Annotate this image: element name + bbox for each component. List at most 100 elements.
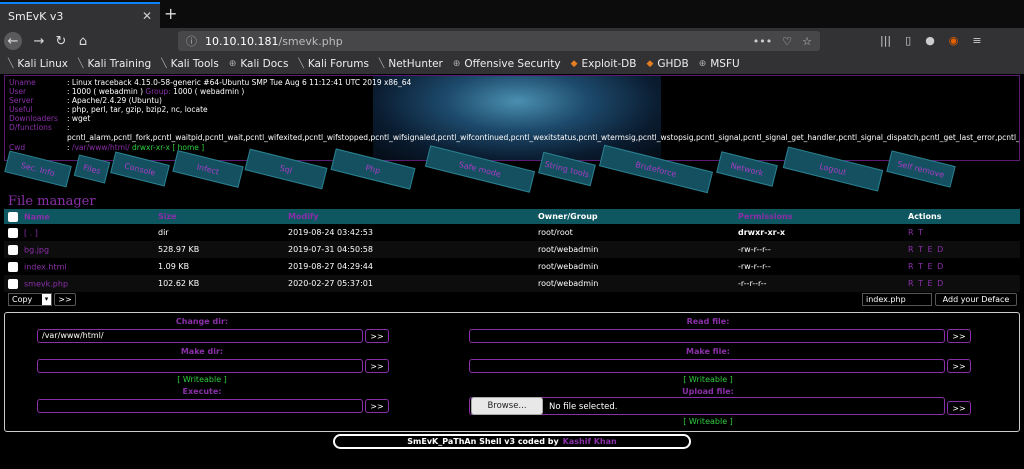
back-button[interactable]: ← [4,32,22,50]
menu-self-remove[interactable]: Self remove [886,150,956,188]
exploit-db-icon: ◆ [646,59,654,69]
file-owner: root/root [538,228,573,237]
tools-panel: Change dir: /var/www/html/ >> Make dir: … [4,312,1020,432]
execute-go-button[interactable]: >> [365,399,389,413]
info-useful: Useful: php, perl, tar, gzip, bzip2, nc,… [9,105,208,114]
close-icon[interactable]: ✕ [142,9,152,23]
bookmark-kali-tools[interactable]: ╲ Kali Tools [161,58,219,70]
bookmark-nethunter[interactable]: ╲ NetHunter [379,58,443,70]
col-name[interactable]: Name [4,209,154,224]
url-bar[interactable]: ⓘ 10.10.10.181 /smevk.php ••• ♡ ☆ [178,31,820,51]
upload-go-button[interactable]: >> [947,401,971,415]
row-checkbox[interactable] [8,244,18,255]
info-dfunctions-label: D/functions: [9,123,70,132]
reload-button[interactable]: ↻ [52,32,70,50]
account-icon[interactable]: ● [925,34,935,47]
change-dir-input[interactable]: /var/www/html/ [37,329,363,343]
menu-icon[interactable]: ≡ [972,34,981,47]
bookmark-kali-docs[interactable]: ⊕ Kali Docs [229,58,289,70]
file-perms[interactable]: drwxr-xr-x [734,224,904,241]
make-dir-go-button[interactable]: >> [365,359,389,373]
table-row: [ . ] dir 2019-08-24 03:42:53 root/root … [4,224,1020,241]
info-cwd: Cwd: /var/www/html/ drwxr-xr-x [ home ] [9,143,205,152]
bookmark-offensive-security[interactable]: ⊕ Offensive Security [453,58,561,70]
bookmark-kali-forums[interactable]: ╲ Kali Forums [298,58,369,70]
bookmark-msfu[interactable]: ⊕ MSFU [699,58,740,70]
home-button[interactable]: ⌂ [74,32,92,50]
nav-bar: ← → ↻ ⌂ ⓘ 10.10.10.181 /smevk.php ••• ♡ … [0,28,1024,54]
col-modify[interactable]: Modify [284,209,534,224]
info-dfunctions: pcntl_alarm,pcntl_fork,pcntl_waitpid,pcn… [67,133,1020,142]
bookmark-exploit-db[interactable]: ◆ Exploit-DB [571,58,637,70]
file-actions[interactable]: R T E D [904,241,1020,258]
bookmark-kali-linux[interactable]: ╲ Kali Linux [8,58,68,70]
forward-button[interactable]: → [30,32,48,50]
menu-network[interactable]: Network [716,151,778,187]
select-all-checkbox[interactable] [8,211,18,222]
file-name[interactable]: index.html [4,258,154,275]
kali-dragon-icon: ╲ [78,59,84,69]
file-owner: root/webadmin [538,245,599,254]
file-actions[interactable]: R T E D [904,258,1020,275]
file-name[interactable]: [ . ] [4,224,154,241]
more-icon[interactable]: ••• [753,35,772,48]
row-checkbox[interactable] [8,227,18,238]
change-dir-go-button[interactable]: >> [365,329,389,343]
menu-string-tools[interactable]: String tools [538,151,596,187]
make-dir-label: Make dir: [180,347,224,356]
menu-sql[interactable]: Sql [244,148,328,190]
col-size[interactable]: Size [154,209,284,224]
file-modify: 2019-08-27 04:29:44 [288,262,373,271]
file-perms[interactable]: -rw-r--r-- [734,241,904,258]
reload-icon: ↻ [55,33,67,49]
browse-button[interactable]: Browse... [471,397,543,415]
make-file-go-button[interactable]: >> [947,359,971,373]
upload-writeable: [ Writeable ] [683,417,733,426]
menu-console[interactable]: Console [110,151,170,187]
bookmark-star-icon[interactable]: ☆ [802,35,812,48]
read-file-label: Read file: [686,317,730,326]
copy-select[interactable]: Copy ▾ [8,293,52,306]
copy-go-button[interactable]: >> [54,293,76,306]
make-dir-input[interactable] [37,359,363,373]
new-tab-button[interactable]: + [164,4,177,23]
tab-bar: SmEvK v3 ✕ + [0,0,1024,28]
author-link[interactable]: Kashif Khan [563,437,617,446]
file-modify: 2019-07-31 04:50:58 [288,245,373,254]
arrow-right-icon: → [33,33,45,49]
row-checkbox[interactable] [8,278,18,289]
file-perms[interactable]: -rw-r--r-- [734,258,904,275]
menu-sec-info[interactable]: Sec. Info [4,150,72,188]
add-deface-button[interactable]: Add your Deface [935,293,1017,306]
file-actions[interactable]: R T E D [904,275,1020,292]
tab-smevk[interactable]: SmEvK v3 ✕ [0,2,160,28]
row-checkbox[interactable] [8,261,18,272]
info-icon: ⓘ [186,35,197,48]
library-icon[interactable]: ||| [880,34,891,47]
menu-logout[interactable]: Logout [782,146,884,192]
upload-file-label: Upload file: [682,387,734,396]
menu-infect[interactable]: Infect [172,150,244,188]
menu-php[interactable]: Php [330,148,416,190]
file-perms[interactable]: -r--r--r-- [734,275,904,292]
execute-input[interactable] [37,399,363,413]
arrow-left-icon: ← [7,33,19,49]
file-actions[interactable]: R T [904,224,1020,241]
bookmark-ghdb[interactable]: ◆ GHDB [646,58,688,70]
change-dir-label: Change dir: [175,317,229,326]
read-file-input[interactable] [469,329,945,343]
file-name[interactable]: smevk.php [4,275,154,292]
sidebar-icon[interactable]: ▯ [905,34,911,47]
col-permissions[interactable]: Permissions [734,209,904,224]
info-uname: Uname: Linux traceback 4.15.0-58-generic… [9,78,412,87]
bookmark-kali-training[interactable]: ╲ Kali Training [78,58,151,70]
pocket-icon[interactable]: ♡ [782,35,792,48]
bookmarks-bar: ╲ Kali Linux ╲ Kali Training ╲ Kali Tools ⊕… [0,54,1024,74]
make-file-input[interactable] [469,359,945,373]
deface-filename-input[interactable]: index.php [862,293,932,306]
table-header: Name Size Modify Owner/Group Permissions… [4,209,1020,224]
read-file-go-button[interactable]: >> [947,329,971,343]
firefox-icon[interactable]: ◉ [949,34,959,47]
file-name[interactable]: bg.jpg [4,241,154,258]
menu-files[interactable]: Files [73,154,111,184]
